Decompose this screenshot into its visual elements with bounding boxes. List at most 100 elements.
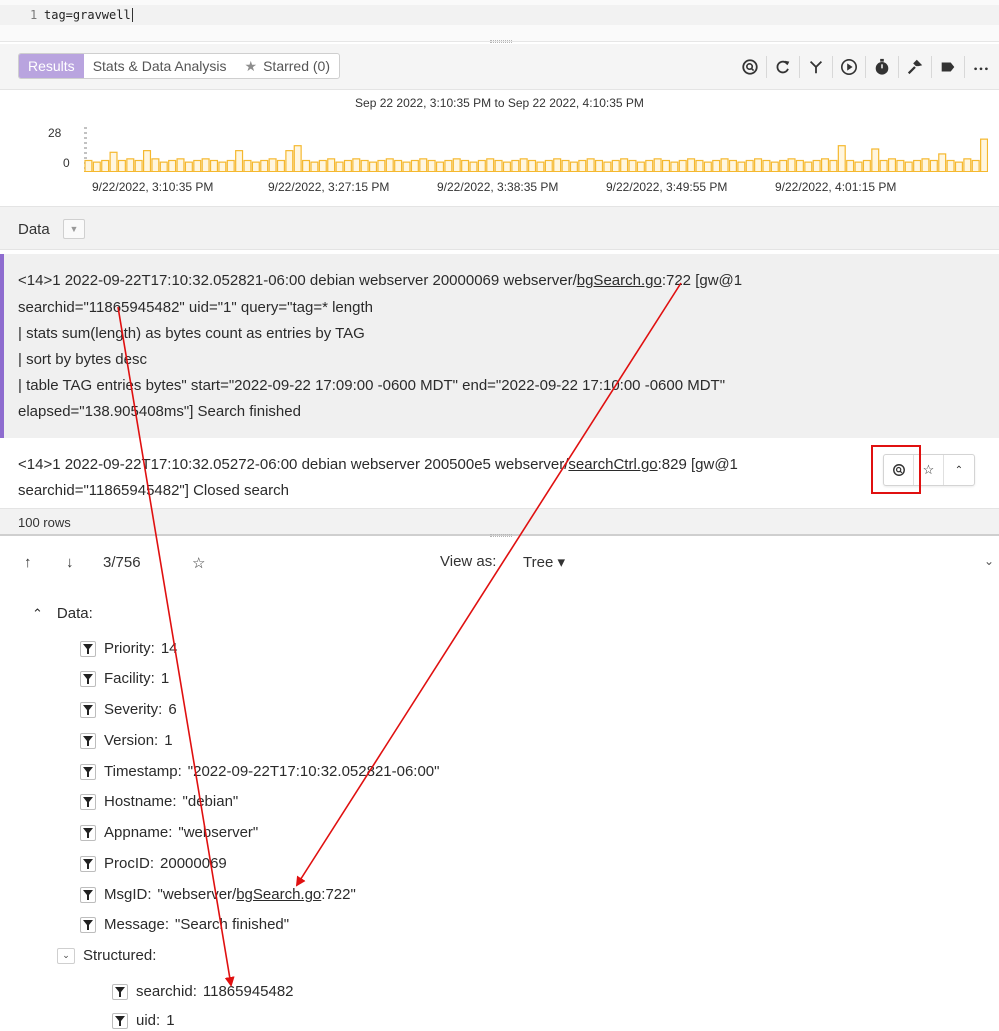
histogram-bar [519,158,528,172]
histogram-x-label: 9/22/2022, 3:49:55 PM [606,180,728,194]
histogram-bar [126,158,135,172]
histogram-bar [536,161,545,172]
filter-button[interactable] [80,855,96,872]
histogram-bar [84,159,93,172]
histogram-bar [310,161,319,172]
collapse-icon[interactable]: ⌃ [32,606,43,622]
chevron-down-icon[interactable]: ⌄ [984,554,994,568]
filter-button[interactable] [112,1012,128,1029]
histogram-x-label: 9/22/2022, 4:01:15 PM [775,180,897,194]
histogram-bar [980,138,988,172]
histogram-bar [226,159,235,172]
histogram-bar [712,159,721,172]
chevron-down-icon[interactable]: ⌄ [57,947,75,964]
histogram-bar [904,161,913,172]
tab-starred[interactable]: ★ Starred (0) [236,54,339,78]
histogram-bar [963,158,972,172]
tree-field-row: Severity: 6 [80,701,177,718]
histogram-bar [678,159,687,172]
log-entry-selected[interactable]: <14>1 2022-09-22T17:10:32.052821-06:00 d… [0,254,999,438]
tab-results-label: Results [28,58,75,74]
histogram-bar [779,159,788,172]
histogram-x-label: 9/22/2022, 3:10:35 PM [92,180,214,194]
histogram-bar [871,148,880,172]
filter-icon [83,889,93,900]
histogram-x-label: 9/22/2022, 3:27:15 PM [268,180,390,194]
histogram-bar [544,159,553,172]
filter-button[interactable] [80,886,96,903]
histogram-bar [603,161,612,172]
tree-root-data[interactable]: ⌃ Data: [32,605,93,622]
event-histogram[interactable] [84,124,988,172]
histogram-bar [293,145,302,172]
filter-icon [115,1015,125,1026]
resize-handle[interactable] [490,40,512,43]
histogram-bar [117,159,126,172]
renderer-dropdown[interactable]: ▼ [63,219,85,239]
star-outline-icon[interactable]: ☆ [192,554,205,572]
entry-line: searchid="11865945482"] Closed search [18,482,289,499]
previous-entry-button[interactable]: ↑ [24,554,32,571]
histogram-bar [444,159,453,172]
refresh-button[interactable] [769,54,797,80]
filter-button[interactable] [80,916,96,933]
histogram-bar [879,159,888,172]
resize-handle[interactable] [490,534,512,537]
results-toolbar [736,54,995,80]
histogram-bar [302,159,311,172]
play-button[interactable] [835,54,863,80]
fork-button[interactable] [802,54,830,80]
histogram-bar [569,161,578,172]
source-link[interactable]: bgSearch.go [577,272,662,289]
histogram-bar [168,159,177,172]
query-text[interactable]: tag=gravwell [44,8,133,22]
histogram-bar [427,159,436,172]
view-mode-select[interactable]: Tree ▾ [523,553,565,571]
query-editor[interactable]: 1 tag=gravwell [0,0,999,43]
entry-line: | stats sum(length) as bytes count as en… [18,325,365,342]
label-button[interactable] [934,54,962,80]
search-sync-button[interactable] [736,54,764,80]
stopwatch-button[interactable] [868,54,896,80]
histogram-bar [754,158,763,172]
histogram-bar [762,159,771,172]
filter-button[interactable] [80,670,96,687]
histogram-bar [628,159,637,172]
filter-button[interactable] [80,732,96,749]
histogram-bar [770,161,779,172]
tab-results[interactable]: Results [19,54,84,78]
filter-icon [83,735,93,746]
histogram-bar [452,158,461,172]
entry-line: | table TAG entries bytes" start="2022-0… [18,377,726,394]
histogram-bar [670,161,679,172]
rows-count-bar: 100 rows [0,508,999,537]
tree-node-structured[interactable]: ⌄ Structured: [57,947,156,964]
filter-button[interactable] [80,640,96,657]
filter-button[interactable] [112,983,128,1000]
filter-button[interactable] [80,701,96,718]
source-link[interactable]: searchCtrl.go [568,456,657,473]
filter-button[interactable] [80,763,96,780]
next-entry-button[interactable]: ↓ [66,554,74,571]
filter-icon [83,919,93,930]
tab-stats[interactable]: Stats & Data Analysis [84,54,236,78]
entry-expand-button[interactable]: ⌃ [944,455,974,485]
data-section-header: Data ▼ [0,206,999,250]
more-button[interactable] [967,54,995,80]
data-renderer-label: Data [18,221,50,238]
hammer-button[interactable] [901,54,929,80]
histogram-bar [92,161,101,172]
star-outline-icon: ☆ [922,462,935,477]
filter-button[interactable] [80,793,96,810]
histogram-bar [243,159,252,172]
tree-field-row: MsgID: "webserver/bgSearch.go:722" [80,886,356,903]
line-number: 1 [30,8,38,22]
filter-button[interactable] [80,824,96,841]
histogram-bar [594,159,604,172]
source-link[interactable]: bgSearch.go [236,886,321,903]
histogram-bar [820,158,830,172]
tree-field-row: ProcID: 20000069 [80,855,227,872]
editor-active-line [0,5,999,25]
log-entry[interactable]: <14>1 2022-09-22T17:10:32.05272-06:00 de… [0,440,999,506]
tree-field-row: Hostname: "debian" [80,793,238,810]
